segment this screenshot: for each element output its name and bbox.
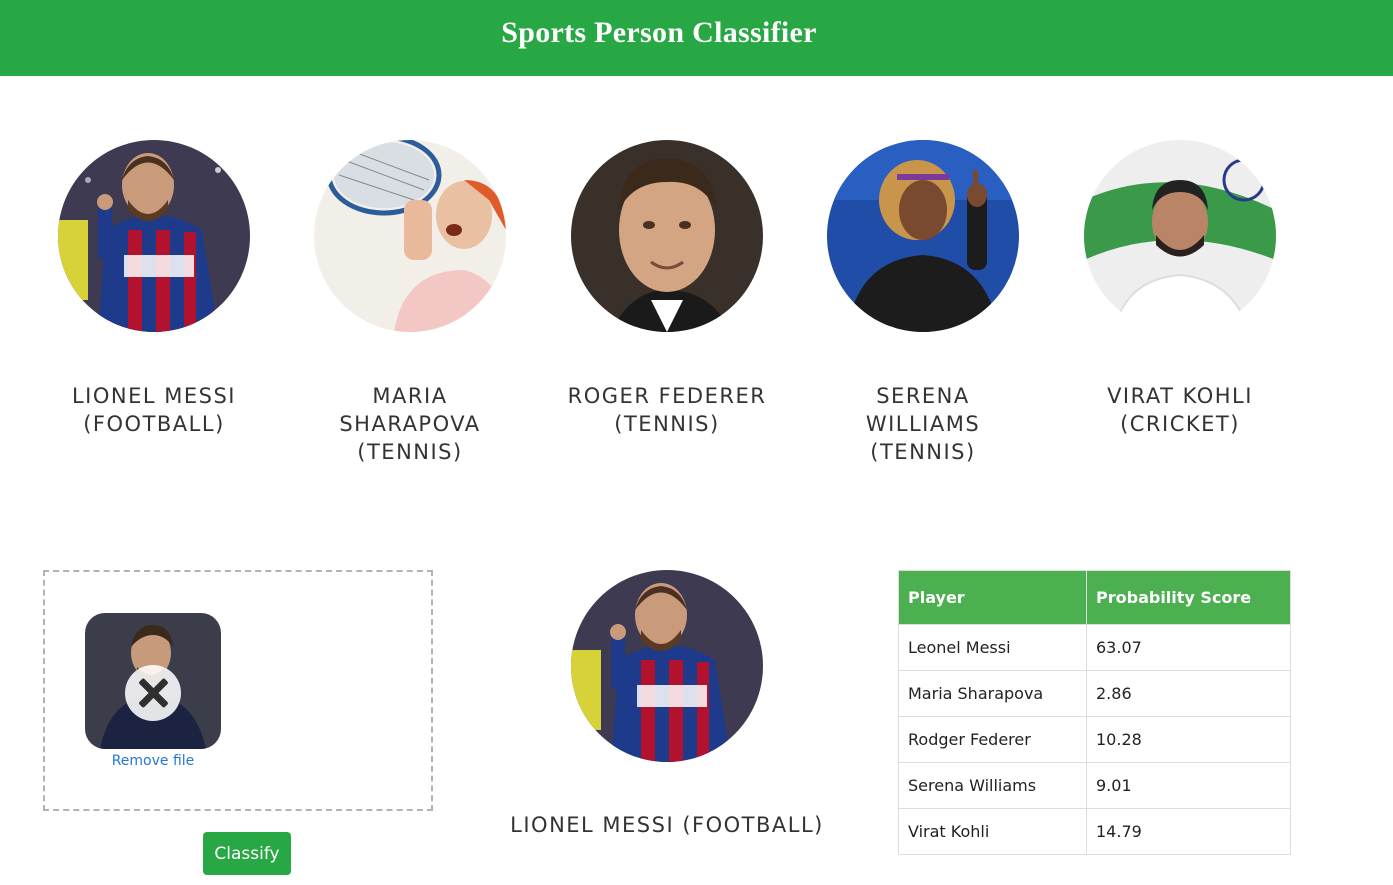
score-cell: 14.79 bbox=[1086, 808, 1291, 855]
player-cell: Leonel Messi bbox=[898, 624, 1087, 671]
result-photo bbox=[571, 570, 763, 762]
player-card-kohli: Virat Kohli (Cricket) bbox=[1060, 140, 1300, 438]
player-cell: Maria Sharapova bbox=[898, 670, 1087, 717]
uploaded-image-thumbnail bbox=[85, 613, 221, 749]
remove-file-link[interactable]: Remove file bbox=[85, 753, 221, 769]
result-player-name: Lionel Messi (Football) bbox=[510, 813, 824, 837]
table-row: Rodger Federer 10.28 bbox=[898, 716, 1291, 763]
player-cell: Rodger Federer bbox=[898, 716, 1087, 763]
player-card-serena: Serena Williams (Tennis) bbox=[803, 140, 1043, 466]
table-row: Leonel Messi 63.07 bbox=[898, 624, 1291, 671]
table-row: Maria Sharapova 2.86 bbox=[898, 670, 1291, 717]
score-cell: 63.07 bbox=[1086, 624, 1291, 671]
probability-table: Player Probability Score Leonel Messi 63… bbox=[898, 570, 1291, 855]
kohli-photo bbox=[1084, 140, 1276, 332]
messi-photo bbox=[58, 140, 250, 332]
upload-dropzone[interactable]: Remove file bbox=[43, 570, 433, 811]
player-name: Roger Federer (Tennis) bbox=[567, 384, 767, 436]
player-cell: Virat Kohli bbox=[898, 808, 1087, 855]
player-cell: Serena Williams bbox=[898, 762, 1087, 809]
serena-photo bbox=[827, 140, 1019, 332]
federer-photo bbox=[571, 140, 763, 332]
score-cell: 9.01 bbox=[1086, 762, 1291, 809]
table-row: Virat Kohli 14.79 bbox=[898, 808, 1291, 855]
sharapova-photo bbox=[314, 140, 506, 332]
player-card-messi: Lionel Messi (Football) bbox=[34, 140, 274, 438]
score-cell: 2.86 bbox=[1086, 670, 1291, 717]
page-title: Sports Person Classifier bbox=[501, 16, 817, 49]
player-name: Serena Williams (Tennis) bbox=[865, 384, 981, 464]
player-name: Lionel Messi (Football) bbox=[71, 384, 236, 436]
score-cell: 10.28 bbox=[1086, 716, 1291, 763]
column-header-score: Probability Score bbox=[1086, 570, 1291, 625]
player-card-federer: Roger Federer (Tennis) bbox=[547, 140, 787, 438]
close-icon[interactable] bbox=[125, 665, 181, 721]
table-row: Serena Williams 9.01 bbox=[898, 762, 1291, 809]
app-header: Sports Person Classifier bbox=[0, 0, 1393, 76]
column-header-player: Player bbox=[898, 570, 1087, 625]
player-card-sharapova: Maria Sharapova (Tennis) bbox=[290, 140, 530, 466]
player-name: Virat Kohli (Cricket) bbox=[1107, 384, 1253, 436]
table-header-row: Player Probability Score bbox=[898, 570, 1291, 625]
classify-button[interactable]: Classify bbox=[203, 832, 291, 875]
player-name: Maria Sharapova (Tennis) bbox=[339, 384, 481, 464]
